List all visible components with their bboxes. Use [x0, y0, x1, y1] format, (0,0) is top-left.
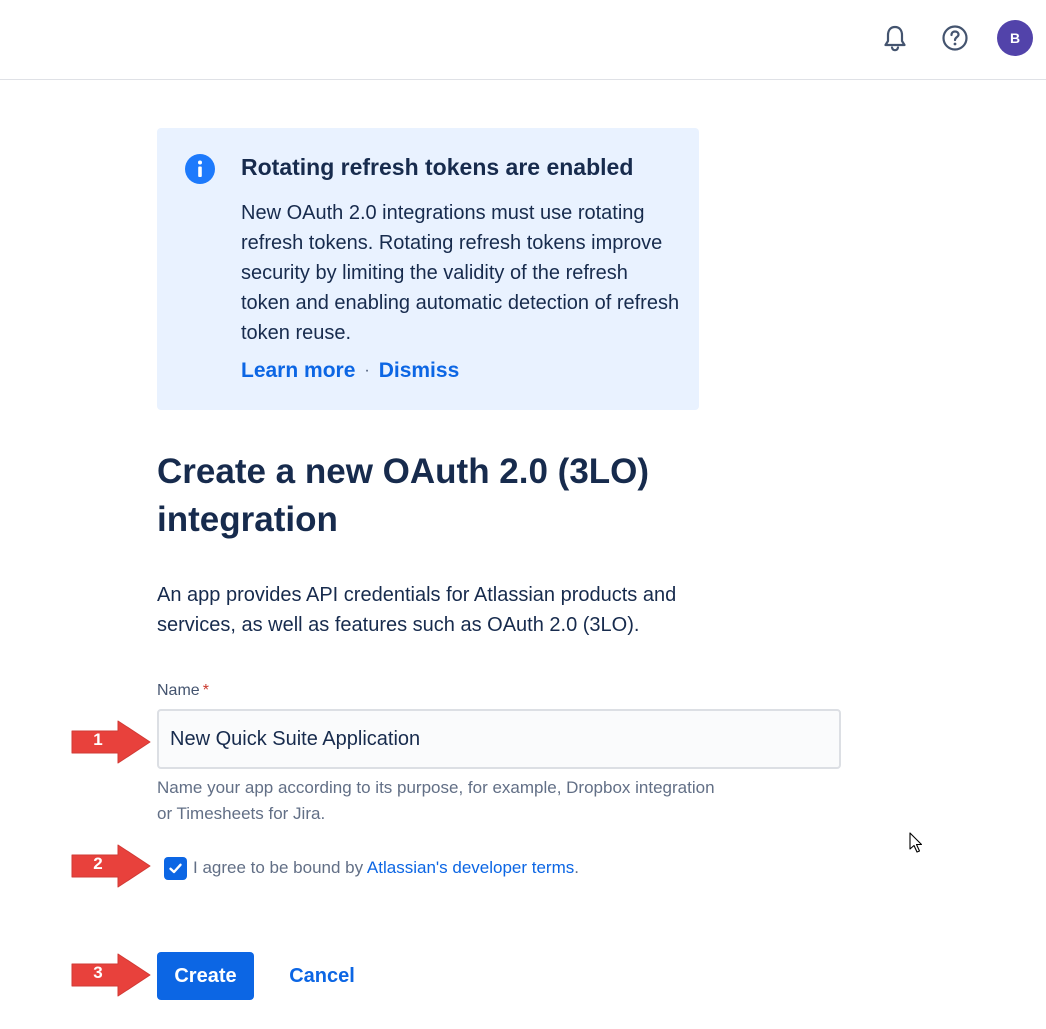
checkmark-icon — [169, 863, 182, 874]
page-description: An app provides API credentials for Atla… — [157, 584, 677, 636]
banner-body: New OAuth 2.0 integrations must use rota… — [241, 202, 680, 344]
cancel-button[interactable]: Cancel — [279, 952, 365, 1000]
question-circle-icon[interactable] — [941, 24, 969, 52]
step-1-number: 1 — [93, 730, 103, 749]
name-label-text: Name — [157, 682, 200, 699]
dismiss-link[interactable]: Dismiss — [379, 359, 460, 383]
learn-more-link[interactable]: Learn more — [241, 359, 355, 383]
banner-actions: Learn more · Dismiss — [241, 359, 459, 383]
agree-suffix: . — [574, 858, 579, 877]
page-title: Create a new OAuth 2.0 (3LO) integration — [157, 452, 650, 539]
arrow-right-icon — [71, 844, 151, 888]
step-3-callout-arrow: 3 — [68, 949, 152, 1001]
info-icon — [185, 154, 215, 184]
step-3-number: 3 — [93, 963, 103, 982]
agree-terms-label: I agree to be bound by Atlassian's devel… — [193, 858, 579, 878]
arrow-right-icon — [71, 720, 151, 764]
banner-title: Rotating refresh tokens are enabled — [241, 154, 634, 180]
action-separator: · — [364, 362, 370, 379]
required-marker: * — [202, 682, 209, 699]
name-field-label: Name * — [157, 682, 209, 700]
agree-text: I agree to be bound by — [193, 858, 367, 877]
avatar[interactable]: B — [997, 20, 1033, 56]
mouse-cursor-icon — [909, 832, 923, 853]
bell-icon[interactable] — [882, 24, 908, 52]
name-input[interactable] — [157, 709, 841, 769]
step-2-callout-arrow: 2 — [68, 840, 152, 892]
developer-terms-link[interactable]: Atlassian's developer terms — [367, 858, 574, 877]
info-banner: Rotating refresh tokens are enabled New … — [157, 128, 699, 410]
agree-terms-checkbox[interactable] — [164, 857, 187, 880]
top-navigation-bar: B — [0, 0, 1046, 80]
step-2-number: 2 — [93, 854, 103, 873]
create-button[interactable]: Create — [157, 952, 254, 1000]
arrow-right-icon — [71, 953, 151, 997]
step-1-callout-arrow: 1 — [68, 716, 152, 768]
name-helper-text: Name your app according to its purpose, … — [157, 778, 715, 823]
